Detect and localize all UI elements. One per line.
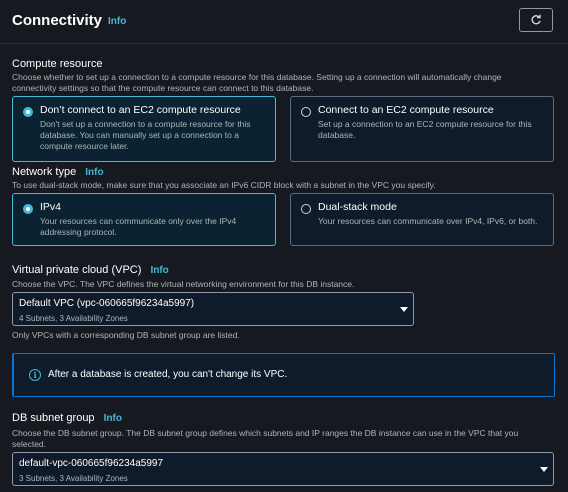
refresh-button[interactable]: [519, 8, 553, 32]
alert-text: After a database is created, you can't c…: [48, 369, 288, 380]
caret-down-icon: [540, 467, 548, 472]
compute-resource-desc-2: connectivity settings so that the comput…: [12, 83, 314, 93]
vpc-label: Virtual private cloud (VPC) Info: [12, 264, 169, 276]
subnet-group-label: DB subnet group Info: [12, 412, 122, 424]
network-option-title: IPv4: [40, 201, 62, 213]
radio-ipv4[interactable]: [23, 204, 33, 214]
vpc-select-sub: 4 Subnets, 3 Availability Zones: [19, 314, 128, 323]
vpc-hint: Only VPCs with a corresponding DB subnet…: [12, 330, 240, 340]
network-type-label: Network type Info: [12, 166, 104, 178]
compute-option-desc: Don't set up a connection to a compute r…: [40, 119, 251, 129]
radio-connect-ec2[interactable]: [301, 107, 311, 117]
section-header: Connectivity Info: [0, 0, 568, 44]
network-option-title: Dual-stack mode: [318, 201, 397, 213]
info-alert: i After a database is created, you can't…: [12, 353, 555, 397]
compute-option-desc: compute resource later.: [40, 141, 129, 151]
info-icon: i: [29, 369, 41, 381]
subnet-group-select[interactable]: default-vpc-060665f96234a5997 3 Subnets,…: [12, 452, 554, 486]
vpc-select[interactable]: Default VPC (vpc-060665f96234a5997) 4 Su…: [12, 292, 414, 326]
subnet-group-desc-2: selected.: [12, 439, 47, 449]
compute-option-title: Connect to an EC2 compute resource: [318, 104, 494, 116]
radio-dual-stack[interactable]: [301, 204, 311, 214]
vpc-info-link[interactable]: Info: [150, 265, 168, 276]
section-title-text: Connectivity: [12, 12, 103, 29]
vpc-select-value: Default VPC (vpc-060665f96234a5997): [19, 298, 195, 309]
section-title: Connectivity Info: [12, 12, 126, 29]
refresh-icon: [531, 14, 541, 25]
network-type-desc: To use dual-stack mode, make sure that y…: [12, 180, 436, 190]
subnet-group-desc-1: Choose the DB subnet group. The DB subne…: [12, 428, 519, 438]
compute-resource-desc-1: Choose whether to set up a connection to…: [12, 72, 502, 82]
subnet-group-label-text: DB subnet group: [12, 412, 95, 424]
vpc-label-text: Virtual private cloud (VPC): [12, 264, 142, 276]
network-option-desc: Your resources can communicate only over…: [40, 216, 237, 226]
network-option-desc: Your resources can communicate over IPv4…: [318, 216, 538, 226]
network-option-desc: addressing protocol.: [40, 227, 117, 237]
compute-resource-label: Compute resource: [12, 58, 103, 70]
compute-option-connect-ec2[interactable]: Connect to an EC2 compute resource Set u…: [290, 96, 554, 162]
compute-option-desc: database.: [318, 130, 356, 140]
network-option-dual-stack[interactable]: Dual-stack mode Your resources can commu…: [290, 193, 554, 246]
radio-dont-connect[interactable]: [23, 107, 33, 117]
compute-option-title: Don’t connect to an EC2 compute resource: [40, 104, 241, 116]
header-info-link[interactable]: Info: [108, 16, 126, 27]
compute-option-desc: Set up a connection to an EC2 compute re…: [318, 119, 532, 129]
network-info-link[interactable]: Info: [85, 167, 103, 178]
vpc-desc: Choose the VPC. The VPC defines the virt…: [12, 279, 355, 289]
network-type-label-text: Network type: [12, 166, 77, 178]
compute-option-desc: database. You can manually set up a conn…: [40, 130, 239, 140]
subnet-select-value: default-vpc-060665f96234a5997: [19, 458, 164, 469]
subnet-select-sub: 3 Subnets, 3 Availability Zones: [19, 474, 128, 483]
connectivity-panel: Compute resource Choose whether to set u…: [0, 44, 568, 492]
compute-option-dont-connect[interactable]: Don’t connect to an EC2 compute resource…: [12, 96, 276, 162]
subnet-info-link[interactable]: Info: [104, 413, 122, 424]
caret-down-icon: [400, 307, 408, 312]
network-option-ipv4[interactable]: IPv4 Your resources can communicate only…: [12, 193, 276, 246]
